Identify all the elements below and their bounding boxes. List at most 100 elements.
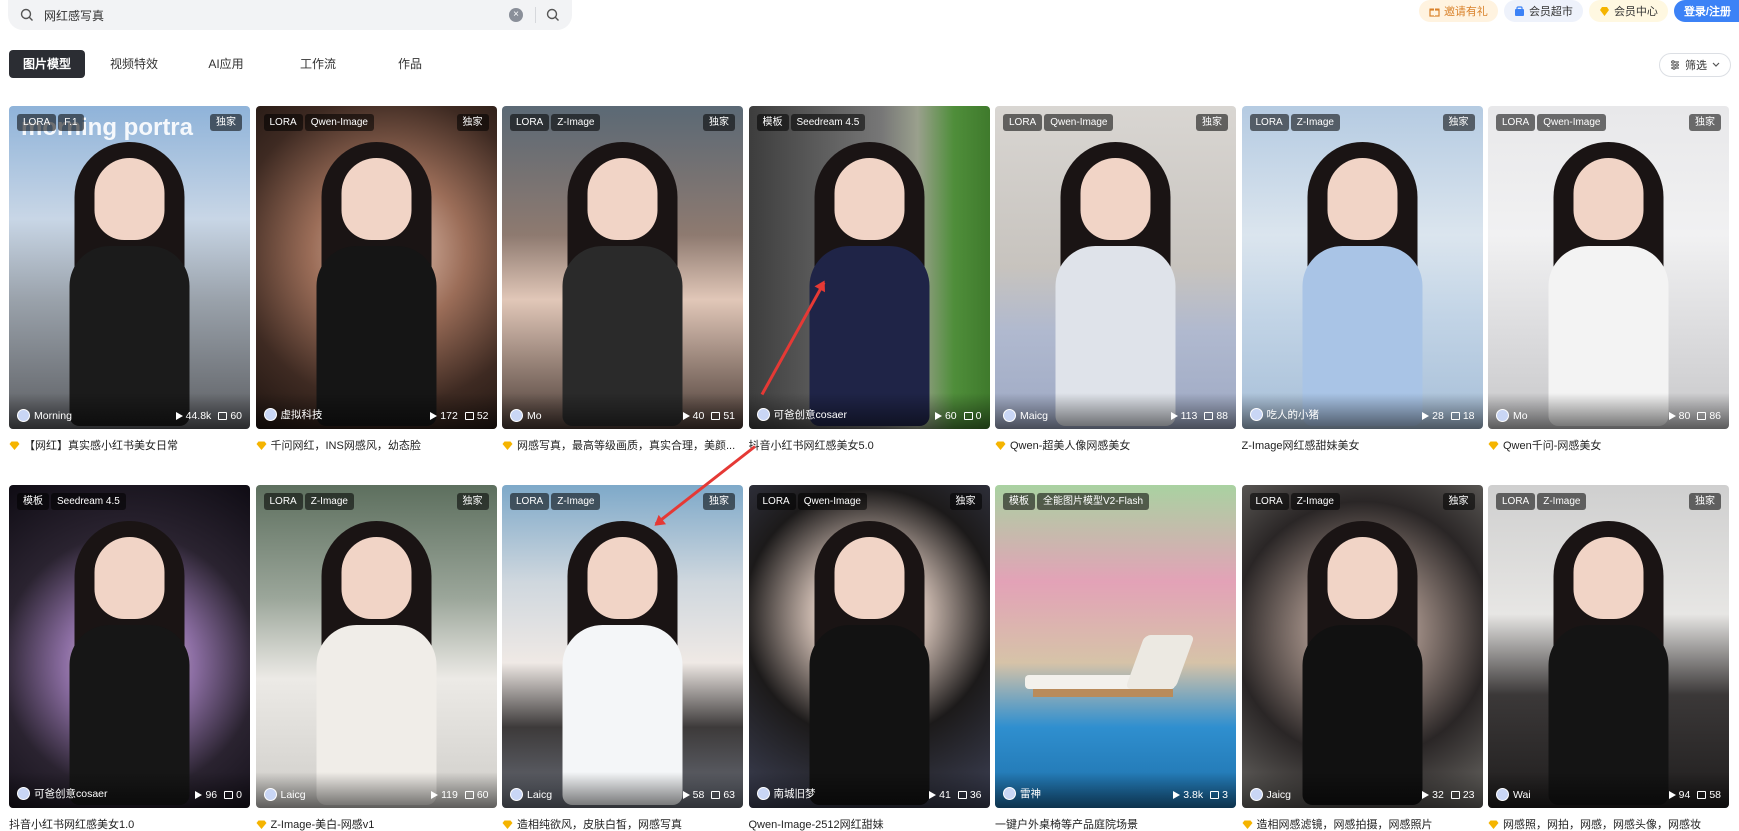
model-card[interactable]: LORA Z-Image 独家 吃人的小猪 28 18 Z-Image网红感甜妹美女 [1241, 106, 1483, 452]
tab-video-effects[interactable]: 视频特效 [91, 50, 177, 78]
card-thumbnail[interactable]: LORA Z-Image 独家 Mo 40 51 [502, 106, 743, 429]
card-thumbnail[interactable]: LORA Qwen-Image 独家 虚拟科技 172 52 [255, 106, 497, 429]
author[interactable]: 南城旧梦 [756, 786, 816, 801]
download-count-value: 60 [230, 410, 242, 422]
card-title[interactable]: 千问网红，INS网感风，幼态脸 [256, 438, 497, 452]
author[interactable]: 可爸创意cosaer [756, 407, 847, 422]
member-center-button[interactable]: 会员中心 [1588, 0, 1668, 22]
author[interactable]: Mo [1496, 409, 1528, 422]
card-title-text: 抖音小红书网红感美女1.0 [9, 819, 135, 831]
download-icon [1450, 791, 1460, 799]
model-card[interactable]: LORA Qwen-Image 独家 Maicg 113 88 Qwen-超美人像网感美女 [995, 106, 1236, 452]
model-card[interactable]: LORA Z-Image 独家 Mo 40 51 网感写真，最高等级画质，真实合理，美颜..… [502, 106, 743, 452]
card-thumbnail[interactable]: LORA Z-Image 独家 Jaicg 32 23 [1241, 485, 1483, 808]
login-button[interactable]: 登录/注册 [1673, 0, 1739, 22]
tab-image-model[interactable]: 图片模型 [9, 50, 86, 78]
filter-label: 筛选 [1685, 60, 1707, 72]
type-tag: LORA [1496, 493, 1536, 510]
card-thumbnail[interactable]: 模板 Seedream 4.5 可爸创意cosaer 60 0 [748, 106, 990, 429]
author-name: Morning [34, 409, 72, 422]
author-name: Jaicg [1266, 788, 1292, 801]
avatar [510, 788, 523, 801]
supermarket-button[interactable]: 会员超市 [1503, 0, 1583, 22]
author[interactable]: 雷神 [1003, 786, 1041, 801]
card-title[interactable]: 造相纯欲风，皮肤白皙，网感写真 [502, 817, 743, 831]
download-count: 0 [224, 789, 242, 801]
model-card[interactable]: 模板 Seedream 4.5 可爸创意cosaer 96 0 抖音小红书网红感美女1.0 [9, 485, 250, 831]
download-icon [224, 791, 234, 799]
card-title[interactable]: Qwen千问-网感美女 [1488, 438, 1729, 452]
search-divider [535, 7, 536, 23]
download-count-value: 0 [236, 789, 242, 801]
model-card[interactable]: LORA Z-Image 独家 Wai 94 58 网感照，网拍，网感，网感头像，网感妆 [1488, 485, 1729, 831]
author[interactable]: Morning [17, 409, 72, 422]
portrait-figure [995, 106, 1236, 429]
model-card[interactable]: LORA Qwen-Image 独家 南城旧梦 41 36 Qwen-Image-2512网… [748, 485, 990, 831]
author[interactable]: 虚拟科技 [263, 407, 323, 422]
search-submit-icon[interactable] [546, 8, 560, 22]
search-input[interactable]: 网红感写真 [44, 7, 509, 24]
invite-button[interactable]: 邀请有礼 [1418, 0, 1498, 22]
base-model-tag: F.1 [58, 114, 84, 131]
card-thumbnail[interactable]: LORA Qwen-Image 独家 南城旧梦 41 36 [748, 485, 990, 808]
diamond-icon [1488, 441, 1499, 450]
search-icon [20, 8, 33, 21]
filter-icon [1671, 60, 1679, 70]
card-thumbnail[interactable]: LORA Qwen-Image 独家 Maicg 113 88 [995, 106, 1236, 429]
card-thumbnail[interactable]: 模板 全能图片模型V2-Flash 雷神 3.8k 3 [995, 485, 1236, 808]
author[interactable]: 吃人的小猪 [1249, 407, 1320, 422]
type-tag: 模板 [1003, 493, 1035, 510]
download-count: 23 [1450, 789, 1475, 801]
card-title[interactable]: 抖音小红书网红感美女5.0 [749, 438, 990, 452]
card-title[interactable]: Qwen-Image-2512网红甜妹 [749, 817, 990, 831]
tab-ai-apps[interactable]: AI应用 [183, 50, 269, 78]
author[interactable]: Wai [1496, 788, 1531, 801]
card-thumbnail[interactable]: morning portra LORA F.1 独家 Morning 44.8k 60 [9, 106, 250, 429]
model-card[interactable]: 模板 Seedream 4.5 可爸创意cosaer 60 0 抖音小红书网红感美女5.0 [748, 106, 990, 452]
base-model-tag: Z-Image [304, 493, 354, 510]
model-card[interactable]: LORA Qwen-Image 独家 虚拟科技 172 52 千问网红，INS网感风，幼态脸 [255, 106, 497, 452]
search-bar[interactable]: 网红感写真 × [8, 0, 572, 30]
card-title[interactable]: 【网红】真实感小红书美女日常 [9, 438, 250, 452]
author[interactable]: Jaicg [1249, 788, 1292, 801]
run-count: 3.8k [1173, 789, 1203, 801]
author[interactable]: Laicg [510, 788, 552, 801]
download-count: 88 [1204, 410, 1228, 422]
card-meta: 雷神 3.8k 3 [995, 772, 1236, 808]
model-card[interactable]: 模板 全能图片模型V2-Flash 雷神 3.8k 3 一键户外桌椅等产品庭院场景 [995, 485, 1236, 831]
card-thumbnail[interactable]: LORA Z-Image 独家 吃人的小猪 28 18 [1241, 106, 1483, 429]
card-title[interactable]: 造相网感滤镜，网感拍摄，网感照片 [1242, 817, 1483, 831]
model-card[interactable]: LORA Qwen-Image 独家 Mo 80 86 Qwen千问-网感美女 [1488, 106, 1729, 452]
card-title[interactable]: 网感写真，最高等级画质，真实合理，美颜... [502, 438, 743, 452]
model-card[interactable]: LORA Z-Image 独家 Jaicg 32 23 造相网感滤镜，网感拍摄，网感照片 [1241, 485, 1483, 831]
author-name: 吃人的小猪 [1266, 409, 1320, 421]
card-thumbnail[interactable]: LORA Z-Image 独家 Laicg 119 60 [255, 485, 497, 808]
card-thumbnail[interactable]: 模板 Seedream 4.5 可爸创意cosaer 96 0 [9, 485, 250, 808]
tab-works[interactable]: 作品 [367, 50, 453, 78]
author-name: 南城旧梦 [773, 788, 816, 800]
card-thumbnail[interactable]: LORA Qwen-Image 独家 Mo 80 86 [1488, 106, 1729, 429]
tab-workflow[interactable]: 工作流 [275, 50, 361, 78]
card-title[interactable]: Z-Image-美白-网感v1 [256, 817, 497, 831]
card-title[interactable]: 一键户外桌椅等产品庭院场景 [995, 817, 1236, 831]
filter-button[interactable]: 筛选 [1659, 53, 1731, 77]
download-icon [218, 412, 228, 420]
download-icon [1697, 791, 1707, 799]
model-card[interactable]: LORA Z-Image 独家 Laicg 119 60 Z-Image-美白-网感v1 [255, 485, 497, 831]
author[interactable]: Laicg [263, 788, 306, 801]
card-title[interactable]: Qwen-超美人像网感美女 [995, 438, 1236, 452]
card-title[interactable]: 抖音小红书网红感美女1.0 [9, 817, 250, 831]
clear-icon[interactable]: × [509, 8, 523, 22]
author[interactable]: Mo [510, 409, 542, 422]
model-card[interactable]: LORA Z-Image 独家 Laicg 58 63 造相纯欲风，皮肤白皙，网感写真 [502, 485, 743, 831]
model-card[interactable]: morning portra LORA F.1 独家 Morning 44.8k 60 【网红… [9, 106, 250, 452]
author[interactable]: Maicg [1003, 409, 1048, 422]
card-title-text: Qwen-Image-2512网红甜妹 [748, 819, 884, 831]
card-title[interactable]: 网感照，网拍，网感，网感头像，网感妆 [1488, 817, 1729, 831]
author[interactable]: 可爸创意cosaer [17, 786, 108, 801]
author-name: 虚拟科技 [280, 409, 323, 421]
card-title[interactable]: Z-Image网红感甜妹美女 [1242, 438, 1483, 452]
card-thumbnail[interactable]: LORA Z-Image 独家 Wai 94 58 [1488, 485, 1729, 808]
run-count-value: 60 [944, 410, 957, 422]
card-thumbnail[interactable]: LORA Z-Image 独家 Laicg 58 63 [502, 485, 743, 808]
